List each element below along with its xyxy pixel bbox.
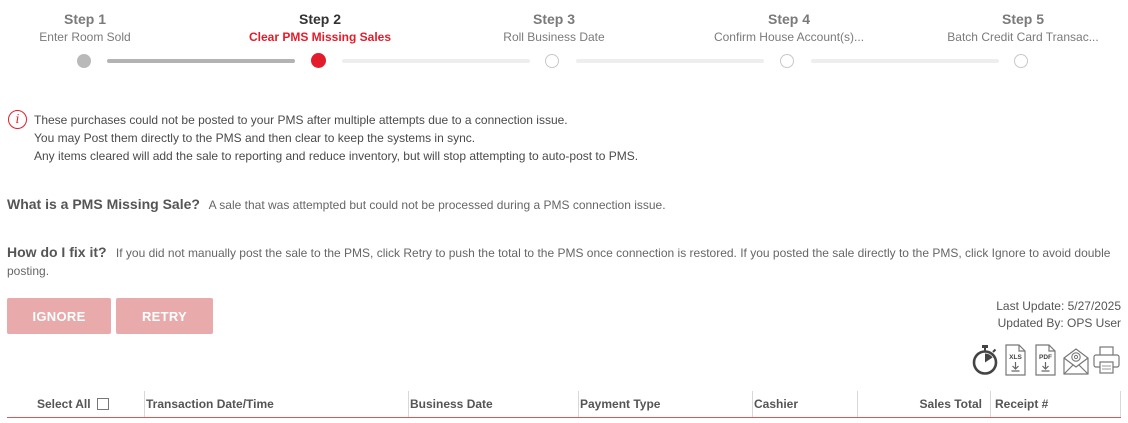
table-header: Select All Transaction Date/Time Busines… bbox=[7, 390, 1121, 418]
step-4-progress-bar bbox=[811, 59, 999, 63]
col-transaction-date[interactable]: Transaction Date/Time bbox=[146, 390, 274, 417]
what-is-answer: A sale that was attempted but could not … bbox=[208, 198, 666, 212]
notice-line-2: You may Post them directly to the PMS an… bbox=[34, 131, 476, 145]
col-receipt-number[interactable]: Receipt # bbox=[995, 390, 1048, 417]
update-info: Last Update: 5/27/2025 Updated By: OPS U… bbox=[996, 298, 1121, 332]
step-1-label: Enter Room Sold bbox=[39, 30, 131, 44]
step-4-label: Confirm House Account(s)... bbox=[713, 30, 865, 44]
ignore-button[interactable]: IGNORE bbox=[7, 298, 111, 334]
xls-label: XLS bbox=[1009, 354, 1022, 361]
updated-by: Updated By: OPS User bbox=[997, 316, 1121, 330]
email-icon[interactable] bbox=[1062, 344, 1090, 376]
select-all-control[interactable]: Select All bbox=[37, 390, 109, 417]
step-1-progress-bar bbox=[107, 59, 295, 63]
column-divider bbox=[752, 391, 753, 417]
export-toolbar: XLS PDF bbox=[971, 344, 1121, 378]
step-1[interactable]: Step 1 Enter Room Sold bbox=[0, 10, 195, 45]
retry-button[interactable]: RETRY bbox=[116, 298, 213, 334]
column-divider bbox=[857, 391, 858, 417]
column-divider bbox=[990, 391, 991, 417]
column-divider bbox=[408, 391, 409, 417]
xls-export-icon[interactable]: XLS bbox=[1002, 344, 1028, 376]
step-4[interactable]: Step 4 Confirm House Account(s)... bbox=[679, 10, 899, 45]
how-to-fix-section: How do I fix it? If you did not manually… bbox=[7, 243, 1122, 280]
step-2-title: Step 2 bbox=[298, 11, 341, 27]
notice-line-1: These purchases could not be posted to y… bbox=[34, 113, 568, 127]
col-payment-type[interactable]: Payment Type bbox=[580, 390, 660, 417]
step-4-dot bbox=[780, 54, 794, 68]
print-icon[interactable] bbox=[1092, 344, 1121, 376]
step-1-dot bbox=[77, 54, 91, 68]
step-3-title: Step 3 bbox=[532, 11, 575, 27]
what-is-question: What is a PMS Missing Sale? bbox=[7, 196, 200, 212]
column-divider bbox=[1120, 391, 1121, 417]
column-divider bbox=[144, 391, 145, 417]
step-3-label: Roll Business Date bbox=[503, 30, 605, 44]
how-to-fix-answer: If you did not manually post the sale to… bbox=[7, 246, 1111, 278]
step-5[interactable]: Step 5 Batch Credit Card Transac... bbox=[913, 10, 1128, 45]
select-all-label: Select All bbox=[37, 397, 91, 411]
pdf-label: PDF bbox=[1039, 354, 1052, 361]
select-all-checkbox[interactable] bbox=[96, 398, 109, 410]
step-2-dot bbox=[311, 53, 326, 68]
last-update: Last Update: 5/27/2025 bbox=[996, 299, 1121, 313]
step-5-label: Batch Credit Card Transac... bbox=[947, 30, 1099, 44]
notice-line-3: Any items cleared will add the sale to r… bbox=[34, 149, 639, 163]
step-4-title: Step 4 bbox=[767, 11, 810, 27]
column-divider bbox=[578, 391, 579, 417]
step-3-dot bbox=[545, 54, 559, 68]
wizard-stepper: Step 1 Enter Room Sold Step 2 Clear PMS … bbox=[0, 0, 1128, 80]
step-3[interactable]: Step 3 Roll Business Date bbox=[444, 10, 664, 45]
col-sales-total[interactable]: Sales Total bbox=[860, 390, 982, 417]
stopwatch-icon[interactable] bbox=[971, 344, 999, 376]
step-2-label: Clear PMS Missing Sales bbox=[248, 30, 392, 44]
info-icon: i bbox=[8, 110, 27, 129]
step-5-title: Step 5 bbox=[1001, 11, 1044, 27]
step-1-title: Step 1 bbox=[63, 11, 106, 27]
col-business-date[interactable]: Business Date bbox=[410, 390, 493, 417]
what-is-section: What is a PMS Missing Sale? A sale that … bbox=[7, 195, 1122, 214]
pdf-export-icon[interactable]: PDF bbox=[1032, 344, 1058, 376]
step-5-dot bbox=[1014, 54, 1028, 68]
how-to-fix-question: How do I fix it? bbox=[7, 244, 107, 260]
step-3-progress-bar bbox=[576, 59, 764, 63]
col-cashier[interactable]: Cashier bbox=[754, 390, 798, 417]
step-2[interactable]: Step 2 Clear PMS Missing Sales bbox=[210, 10, 430, 45]
step-2-progress-bar bbox=[342, 59, 530, 63]
